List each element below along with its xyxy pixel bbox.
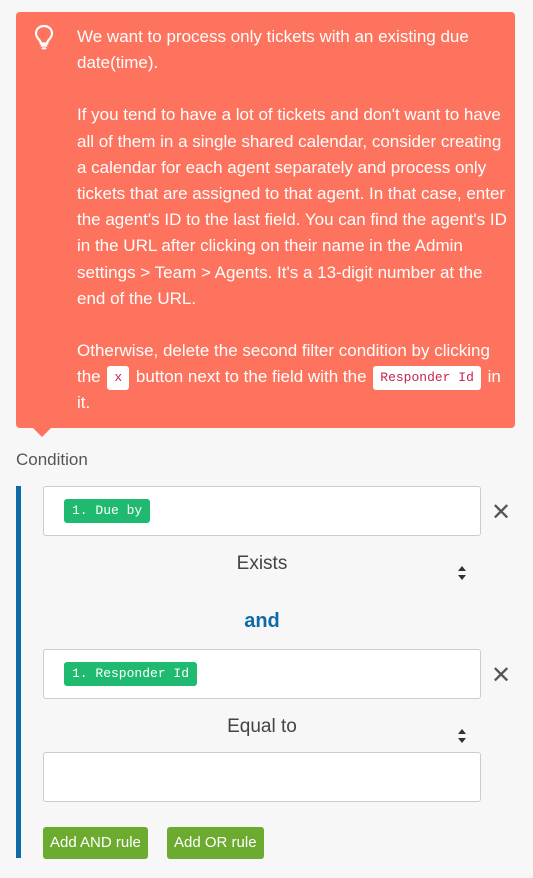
remove-rule2-icon[interactable]: ✕ [491,664,511,688]
add-and-rule-button[interactable]: Add AND rule [43,827,148,859]
responder-id-field-tag[interactable]: 1. Responder Id [64,662,198,686]
remove-rule1-icon[interactable]: ✕ [491,501,511,525]
rule2-field-input[interactable]: 1. Responder Id [43,649,481,699]
tooltip-text: We want to process only tickets with an … [77,24,509,417]
tooltip-text-segment: button next to the field with the [135,367,367,387]
and-joiner: and [244,610,280,632]
rule-group-bar [16,486,21,858]
tooltip-paragraph-1: We want to process only tickets with an … [77,27,469,73]
rule1-operator-select[interactable]: Exists [43,544,481,584]
condition-label: Condition [16,450,88,469]
rule2-value-input[interactable] [43,752,481,802]
select-arrows-icon [457,556,467,580]
responder-id-code: Responder Id [373,365,481,390]
select-arrows-icon [457,719,467,743]
rule1-operator-value: Exists [236,553,288,574]
rule2-operator-value: Equal to [227,716,297,737]
rule1-field-input[interactable]: 1. Due by [43,486,481,536]
tooltip-paragraph-2: If you tend to have a lot of tickets and… [77,105,507,308]
lightbulb-icon [34,24,54,50]
due-by-field-tag[interactable]: 1. Due by [64,499,151,523]
tooltip-arrow [33,428,51,437]
hint-tooltip: We want to process only tickets with an … [16,12,515,428]
tooltip-paragraph-3: Otherwise, delete the second filter cond… [77,338,509,417]
x-key-code: x [107,365,130,390]
rule2-operator-select[interactable]: Equal to [43,707,481,747]
add-or-rule-button[interactable]: Add OR rule [167,827,264,859]
